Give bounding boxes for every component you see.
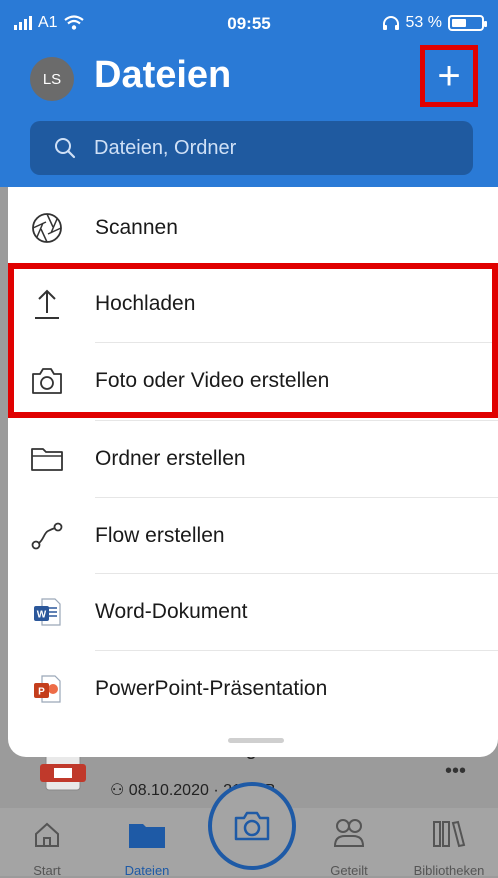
headphones-icon	[382, 16, 399, 30]
people-icon	[333, 819, 365, 847]
menu-item-scannen[interactable]: Scannen	[8, 189, 498, 266]
folder-icon	[30, 442, 64, 476]
shared-icon: ⚇	[110, 782, 129, 799]
word-icon: W	[30, 595, 64, 629]
tab-dateien[interactable]: Dateien	[116, 808, 178, 878]
home-icon	[35, 822, 59, 847]
battery-icon	[448, 15, 487, 31]
library-icon	[433, 820, 466, 848]
highlight-box	[8, 263, 498, 418]
status-bar: A1 09:55 53 %	[0, 0, 498, 48]
menu-item-label: PowerPoint-Präsentation	[95, 676, 328, 700]
add-button[interactable]: +	[420, 45, 478, 107]
menu-item-flow[interactable]: Flow erstellen	[8, 497, 498, 574]
menu-item-label: Flow erstellen	[95, 523, 225, 547]
tab-start[interactable]: Start	[20, 808, 74, 878]
tab-bibliotheken[interactable]: Bibliotheken	[404, 808, 494, 878]
menu-item-label: Scannen	[95, 215, 178, 239]
battery-percent: 53 %	[405, 14, 442, 31]
sheet-grabber[interactable]	[228, 738, 284, 743]
more-icon[interactable]: •••	[445, 760, 466, 783]
plus-icon: +	[437, 53, 461, 98]
menu-item-word[interactable]: W Word-Dokument	[8, 573, 498, 650]
search-icon	[55, 138, 76, 159]
svg-text:W: W	[37, 609, 47, 620]
svg-text:P: P	[38, 686, 45, 697]
menu-item-powerpoint[interactable]: P PowerPoint-Präsentation	[8, 650, 498, 727]
powerpoint-icon: P	[30, 672, 64, 706]
tab-geteilt[interactable]: Geteilt	[322, 808, 376, 878]
page-title: Dateien	[94, 54, 232, 96]
header-bar: A1 09:55 53 % LS Dateien + Dateien, Ordn…	[0, 0, 498, 187]
search-placeholder: Dateien, Ordner	[94, 136, 237, 159]
status-right: 53 %	[382, 14, 487, 32]
folder-filled-icon	[129, 824, 165, 848]
menu-item-label: Ordner erstellen	[95, 446, 246, 470]
avatar[interactable]: LS	[30, 57, 74, 101]
menu-item-label: Word-Dokument	[95, 599, 248, 623]
search-input[interactable]: Dateien, Ordner	[30, 121, 473, 175]
camera-button[interactable]	[208, 782, 296, 870]
menu-item-ordner[interactable]: Ordner erstellen	[8, 420, 498, 497]
aperture-icon	[30, 211, 64, 245]
flow-icon	[30, 519, 64, 553]
camera-icon	[234, 811, 270, 841]
